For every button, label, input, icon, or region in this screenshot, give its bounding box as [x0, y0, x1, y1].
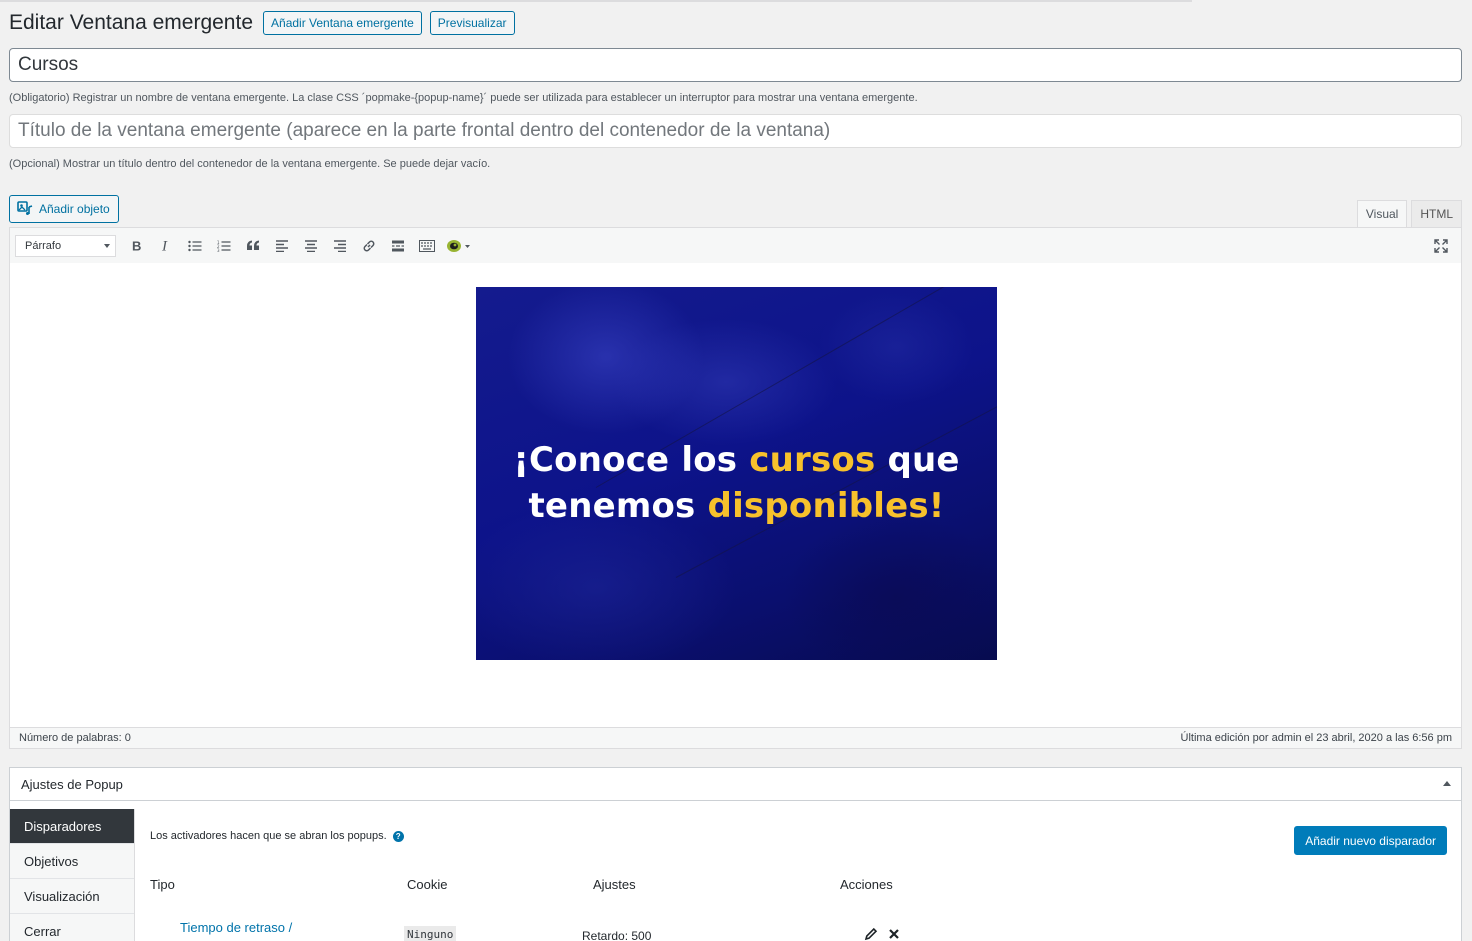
banner-highlight-cursos: cursos — [749, 440, 876, 480]
italic-icon[interactable]: I — [151, 232, 180, 260]
tab-triggers[interactable]: Disparadores — [10, 809, 134, 844]
editor-mode-tabs: Visual HTML — [1356, 200, 1462, 227]
format-select-value: Párrafo — [25, 239, 62, 252]
delete-x-icon[interactable] — [887, 927, 901, 941]
courses-banner-image[interactable]: ¡Conoce los cursos que tenemos disponibl… — [476, 287, 997, 660]
collapse-arrow-icon[interactable] — [1443, 781, 1451, 786]
popup-title-help: (Opcional) Mostrar un título dentro del … — [9, 158, 491, 170]
add-trigger-button[interactable]: Añadir nuevo disparador — [1294, 826, 1447, 855]
popup-settings-box: Ajustes de Popup Disparadores Objetivos … — [9, 767, 1462, 941]
word-count: Número de palabras: 0 — [19, 732, 131, 744]
banner-line-1: ¡Conoce los cursos que — [476, 437, 997, 483]
trigger-settings-value: Retardo: 500 — [582, 929, 652, 941]
help-icon[interactable]: ? — [392, 830, 404, 842]
banner-headline: ¡Conoce los cursos que tenemos disponibl… — [476, 437, 997, 529]
align-center-icon[interactable] — [296, 232, 325, 260]
preview-button[interactable]: Previsualizar — [429, 11, 515, 35]
column-header-cookie: Cookie — [407, 877, 448, 892]
triggers-intro: Los activadores hacen que se abran los p… — [150, 830, 404, 842]
tab-visual[interactable]: Visual — [1356, 200, 1408, 227]
column-header-type: Tipo — [150, 877, 175, 892]
column-header-actions: Acciones — [840, 877, 893, 892]
page-title: Editar Ventana emergente — [9, 11, 254, 34]
top-divider — [0, 0, 1192, 2]
svg-text:3: 3 — [217, 248, 220, 252]
add-media-label: Añadir objeto — [39, 202, 110, 216]
chevron-down-icon — [104, 243, 110, 248]
column-header-settings: Ajustes — [593, 877, 636, 892]
trigger-cookie-badge: Ninguno — [404, 926, 457, 941]
popup-title-input[interactable] — [9, 114, 1462, 148]
add-media-button[interactable]: Añadir objeto — [9, 195, 119, 223]
align-left-icon[interactable] — [267, 232, 296, 260]
fullscreen-icon[interactable] — [1431, 236, 1451, 256]
add-media-icon — [17, 200, 33, 218]
popup-settings-title: Ajustes de Popup — [21, 776, 123, 792]
tab-targeting[interactable]: Objetivos — [10, 844, 134, 879]
svg-text:I: I — [161, 239, 168, 252]
popup-name-help: (Obligatorio) Registrar un nombre de ven… — [9, 92, 918, 104]
format-select[interactable]: Párrafo — [15, 234, 116, 257]
align-right-icon[interactable] — [325, 232, 354, 260]
popup-maker-icon[interactable] — [441, 232, 475, 260]
banner-text-1c: que — [875, 440, 960, 480]
svg-text:B: B — [132, 239, 141, 252]
editor-content-area[interactable]: ¡Conoce los cursos que tenemos disponibl… — [9, 263, 1462, 727]
editor-status-bar: Número de palabras: 0 Última edición por… — [9, 727, 1462, 749]
settings-side-tabs: Disparadores Objetivos Visualización Cer… — [10, 809, 135, 941]
blockquote-icon[interactable] — [238, 232, 267, 260]
link-icon[interactable] — [354, 232, 383, 260]
popup-settings-header[interactable]: Ajustes de Popup — [10, 768, 1461, 801]
tab-html[interactable]: HTML — [1411, 200, 1462, 227]
bold-icon[interactable]: B — [122, 232, 151, 260]
bulleted-list-icon[interactable] — [180, 232, 209, 260]
read-more-icon[interactable] — [383, 232, 412, 260]
triggers-intro-text: Los activadores hacen que se abran los p… — [150, 830, 387, 842]
banner-text-1a: ¡Conoce los — [513, 440, 750, 480]
trigger-type-link[interactable]: Tiempo de retraso / — [180, 920, 292, 935]
popup-name-input[interactable] — [9, 48, 1462, 82]
banner-highlight-disponibles: disponibles! — [707, 486, 945, 526]
toolbar-toggle-icon[interactable] — [412, 232, 441, 260]
edit-pencil-icon[interactable] — [864, 927, 878, 941]
tab-close[interactable]: Cerrar — [10, 914, 134, 941]
add-popup-button[interactable]: Añadir Ventana emergente — [263, 11, 422, 35]
tab-display[interactable]: Visualización — [10, 879, 134, 914]
editor-toolbar: Párrafo B I 123 — [9, 227, 1462, 264]
page-header: Editar Ventana emergente Añadir Ventana … — [9, 10, 515, 36]
banner-line-2: tenemos disponibles! — [476, 483, 997, 529]
last-edit-info: Última edición por admin el 23 abril, 20… — [1180, 732, 1452, 744]
numbered-list-icon[interactable]: 123 — [209, 232, 238, 260]
banner-text-2a: tenemos — [528, 486, 708, 526]
